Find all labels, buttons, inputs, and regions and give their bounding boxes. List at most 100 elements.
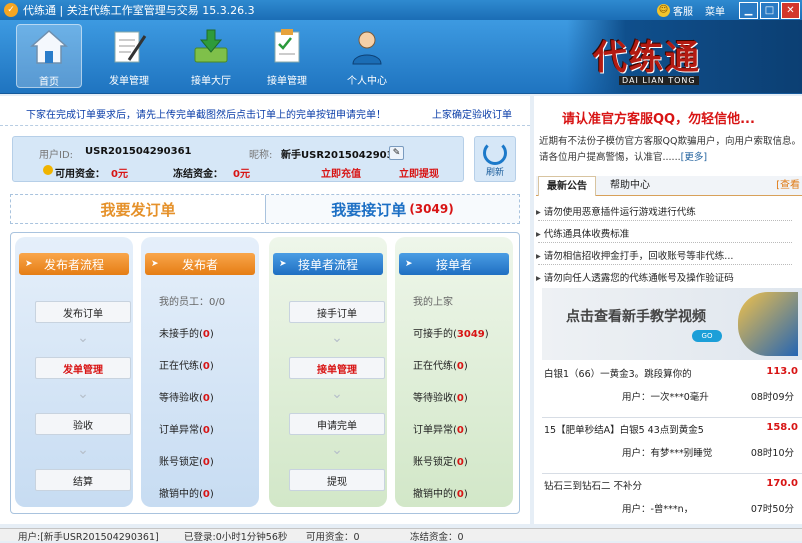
order-time: 07时50分 bbox=[750, 504, 794, 515]
available-funds-label: 可用资金： bbox=[55, 169, 105, 180]
document-pen-icon bbox=[109, 26, 149, 66]
nav-home-label: 首页 bbox=[39, 77, 59, 88]
menu-link[interactable]: 菜单 bbox=[705, 3, 725, 18]
close-button[interactable]: ✕ bbox=[781, 1, 800, 19]
order-item[interactable]: 钻石三到钻石二 不补分 170.0 用户：-曾***n， 07时50分 bbox=[542, 474, 802, 530]
nav-order-hall[interactable]: 接单大厅 bbox=[178, 24, 244, 88]
right-tabs: 最新公告 帮助中心 [查看 bbox=[536, 176, 802, 196]
step-publish-manage[interactable]: 发单管理 bbox=[35, 357, 131, 379]
order-user: 用户：有梦***别睡觉 bbox=[622, 448, 713, 459]
game-hero-image bbox=[738, 292, 798, 356]
title-controls: ☺ 客服 菜单 ▁ □ ✕ bbox=[657, 0, 802, 20]
user-icon bbox=[347, 26, 387, 66]
stat-revoking[interactable]: 撤销中的(0) bbox=[159, 485, 214, 500]
tab-publish-order[interactable]: 我要发订单 bbox=[11, 195, 266, 223]
tab-accept-order[interactable]: 我要接订单 (3049) bbox=[266, 195, 519, 223]
stat-revoking[interactable]: 撤销中的(0) bbox=[413, 485, 468, 500]
stat-awaiting-acceptance[interactable]: 等待验收(0) bbox=[159, 389, 214, 404]
stat-order-exception[interactable]: 订单异常(0) bbox=[413, 421, 468, 436]
minimize-button[interactable]: ▁ bbox=[739, 1, 758, 19]
publisher-flow-column: ➤ 发布者流程 发布订单 ⌄ 发单管理 ⌄ 验收 ⌄ 结算 bbox=[15, 237, 133, 507]
video-banner-text: 点击查看新手教学视频 bbox=[566, 309, 706, 325]
view-more-link[interactable]: [查看 bbox=[776, 176, 800, 196]
step-accept-manage[interactable]: 接单管理 bbox=[289, 357, 385, 379]
stat-acceptable[interactable]: 可接手的(3049) bbox=[413, 325, 489, 340]
arrow-right-icon: ➤ bbox=[151, 259, 159, 269]
nav-publish-manage[interactable]: 发单管理 bbox=[96, 24, 162, 88]
stat-awaiting-acceptance[interactable]: 等待验收(0) bbox=[413, 389, 468, 404]
frozen-funds-value: 0元 bbox=[233, 169, 250, 180]
edit-nickname-icon[interactable]: ✎ bbox=[389, 146, 404, 160]
acceptor-flow-title: 接单者流程 bbox=[297, 257, 358, 272]
customer-service-icon[interactable]: ☺ bbox=[657, 3, 670, 17]
news-item[interactable]: 请勿使用恶意插件运行游戏进行代练 bbox=[536, 204, 788, 218]
news-item[interactable]: 请勿相信招收押金打手，回收账号等非代练... bbox=[536, 248, 788, 262]
brand-banner: 代练通 DAI LIAN TONG bbox=[567, 20, 802, 93]
stat-in-progress[interactable]: 正在代练(0) bbox=[413, 357, 468, 372]
acceptor-flow-header[interactable]: ➤ 接单者流程 bbox=[273, 253, 383, 275]
nav-accept-manage[interactable]: 接单管理 bbox=[254, 24, 320, 88]
nav-personal-center[interactable]: 个人中心 bbox=[334, 24, 400, 88]
available-funds-value: 0元 bbox=[111, 169, 128, 180]
chevron-down-icon: ⌄ bbox=[331, 330, 343, 346]
publisher-column: ➤ 发布者 我的员工：0/0 未接手的(0) 正在代练(0) 等待验收(0) 订… bbox=[141, 237, 259, 507]
tab-latest-announcements[interactable]: 最新公告 bbox=[538, 176, 596, 196]
order-item[interactable]: 白银1（66）一黄金3。跳段算你的 113.0 用户：一次***0毫升 08时0… bbox=[542, 362, 802, 418]
tutorial-video-banner[interactable]: 点击查看新手教学视频 GO bbox=[542, 288, 802, 360]
news-item[interactable]: 代练通具体收费标准 bbox=[536, 226, 788, 240]
step-withdraw[interactable]: 提现 bbox=[289, 469, 385, 491]
stat-account-locked[interactable]: 账号锁定(0) bbox=[413, 453, 468, 468]
step-apply-complete[interactable]: 申请完单 bbox=[289, 413, 385, 435]
withdraw-link[interactable]: 立即提现 bbox=[399, 165, 439, 180]
checklist-icon bbox=[267, 26, 307, 66]
acceptor-header[interactable]: ➤ 接单者 bbox=[399, 253, 509, 275]
recharge-link[interactable]: 立即充值 bbox=[321, 165, 361, 180]
status-bar: 用户:[新手USR201504290361] 已登录:0小时1分钟56秒 可用资… bbox=[0, 528, 802, 543]
home-icon bbox=[29, 27, 69, 67]
step-publish-order[interactable]: 发布订单 bbox=[35, 301, 131, 323]
stat-in-progress[interactable]: 正在代练(0) bbox=[159, 357, 214, 372]
publisher-flow-header[interactable]: ➤ 发布者流程 bbox=[19, 253, 129, 275]
nickname-label: 昵称: bbox=[249, 150, 273, 161]
acceptor-title: 接单者 bbox=[435, 257, 472, 272]
order-title: 钻石三到钻石二 不补分 bbox=[544, 481, 643, 492]
stat-unaccepted[interactable]: 未接手的(0) bbox=[159, 325, 214, 340]
tab-help-center[interactable]: 帮助中心 bbox=[602, 176, 658, 196]
stat-order-exception[interactable]: 订单异常(0) bbox=[159, 421, 214, 436]
warning-title[interactable]: 请认准官方客服QQ，勿轻信他... bbox=[562, 108, 755, 127]
step-accept-order[interactable]: 接手订单 bbox=[289, 301, 385, 323]
step-settlement[interactable]: 结算 bbox=[35, 469, 131, 491]
chevron-down-icon: ⌄ bbox=[77, 330, 89, 346]
tab-publish-order-label: 我要发订单 bbox=[100, 200, 176, 219]
step-acceptance[interactable]: 验收 bbox=[35, 413, 131, 435]
order-time: 08时10分 bbox=[750, 448, 794, 459]
confirm-acceptance-link[interactable]: 上家确定验收订单 bbox=[432, 106, 512, 121]
chevron-down-icon: ⌄ bbox=[77, 442, 89, 458]
maximize-button[interactable]: □ bbox=[760, 1, 779, 19]
more-link[interactable]: [更多] bbox=[681, 152, 707, 163]
right-panel: 请认准官方客服QQ，勿轻信他... 近期有不法份子模仿官方客服QQ欺骗用户，向用… bbox=[534, 96, 802, 524]
order-time: 08时09分 bbox=[750, 392, 794, 403]
video-go-button[interactable]: GO bbox=[692, 330, 722, 342]
order-user: 用户：-曾***n， bbox=[622, 504, 694, 515]
user-info-box: 用户ID: USR201504290361 昵称: 新手USR201504290… bbox=[12, 136, 464, 182]
refresh-label: 刷新 bbox=[485, 168, 504, 178]
warning-text: 近期有不法份子模仿官方客服QQ欺骗用户，向用户索取信息。请各位用户提高警惕，认准… bbox=[539, 136, 801, 163]
window-title: 代练通 | 关注代练工作室管理与交易 15.3.26.3 bbox=[23, 4, 255, 17]
order-item[interactable]: 15【肥单秒结A】白银5 43点到黄金5 158.0 用户：有梦***别睡觉 0… bbox=[542, 418, 802, 474]
nickname-value: 新手USR2015042903 bbox=[281, 150, 394, 161]
arrow-right-icon: ➤ bbox=[279, 259, 287, 269]
refresh-button[interactable]: 刷新 bbox=[474, 136, 516, 182]
publisher-flow-title: 发布者流程 bbox=[43, 257, 104, 272]
stat-account-locked[interactable]: 账号锁定(0) bbox=[159, 453, 214, 468]
tab-accept-order-label: 我要接订单 bbox=[331, 200, 407, 219]
nav-home[interactable]: 首页 bbox=[16, 24, 82, 88]
chevron-down-icon: ⌄ bbox=[77, 386, 89, 402]
news-item[interactable]: 请勿向任人透露您的代练通帐号及操作验证码 bbox=[536, 270, 788, 284]
nav-personal-center-label: 个人中心 bbox=[347, 76, 387, 87]
flow-panels: ➤ 发布者流程 发布订单 ⌄ 发单管理 ⌄ 验收 ⌄ 结算 ➤ 发布者 我的员工… bbox=[10, 232, 520, 514]
publisher-header[interactable]: ➤ 发布者 bbox=[145, 253, 255, 275]
customer-service-link[interactable]: 客服 bbox=[673, 3, 693, 18]
order-user: 用户：一次***0毫升 bbox=[622, 392, 709, 403]
title-bar: ✓ 代练通 | 关注代练工作室管理与交易 15.3.26.3 ☺ 客服 菜单 ▁… bbox=[0, 0, 802, 20]
